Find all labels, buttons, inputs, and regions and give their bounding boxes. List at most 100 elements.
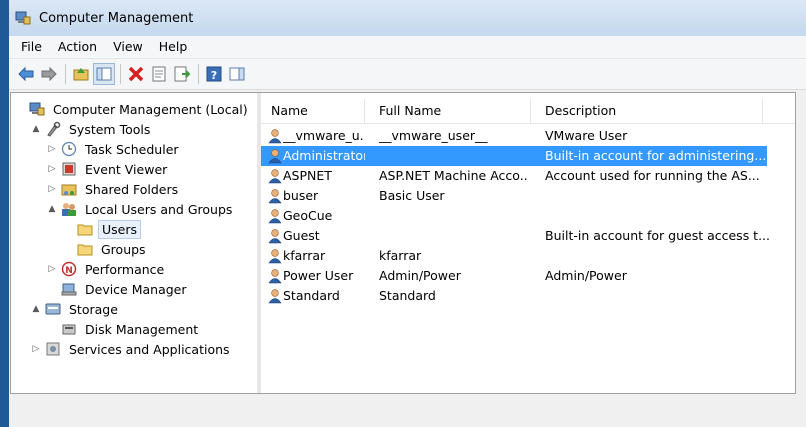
tree-expander-icon[interactable]: ▲ [45,202,59,216]
tree-node[interactable]: ▲ Storage [29,299,121,319]
export-list-icon [174,66,191,82]
user-row[interactable]: Standard Standard [261,286,767,306]
tree-node[interactable]: ▷ N Performance [45,259,167,279]
user-row[interactable]: Guest Built-in account for guest access t… [261,226,770,246]
user-row[interactable]: Administrator Built-in account for admini… [261,146,767,166]
user-row[interactable]: ASPNET ASP.NET Machine Acco... Account use… [261,166,767,186]
user-name-cell: __vmware_u... [283,128,365,143]
delete-button[interactable] [125,63,147,85]
svg-text:?: ? [211,69,217,82]
user-name-cell: Standard [283,288,340,303]
export-list-button[interactable] [171,63,193,85]
user-icon [267,188,283,204]
storage-icon [45,301,61,317]
tree-node-label: Disk Management [85,321,199,337]
tree-expander-icon[interactable]: ▷ [29,342,43,356]
user-description-cell [545,246,775,266]
user-row[interactable]: kfarrar kfarrar [261,246,767,266]
tree-node-label: Services and Applications [69,341,230,357]
user-full-name-cell [379,206,529,226]
user-row[interactable]: GeoCue [261,206,767,226]
help-button[interactable]: ? [203,63,225,85]
user-description-cell: Built-in account for administering... [545,148,767,163]
tree-node[interactable]: Computer Management (Local) [13,99,251,119]
tree-node[interactable]: ▲ Local Users and Groups [45,199,235,219]
up-level-button[interactable] [70,63,92,85]
tree-node[interactable]: Disk Management [45,319,201,339]
toolbar: ? [9,59,806,90]
svg-text:N: N [65,266,73,276]
menu-action[interactable]: Action [50,36,105,58]
user-name-cell: buser [283,188,319,203]
properties-button[interactable] [148,63,170,85]
tree-node-label: Shared Folders [85,181,179,197]
back-button[interactable] [15,63,37,85]
user-description-cell [545,206,775,226]
column-header-full-name[interactable]: Full Name [365,99,531,123]
user-name-cell: GeoCue [283,208,333,223]
user-row[interactable]: buser Basic User [261,186,767,206]
tree-node[interactable]: ▷ Services and Applications [29,339,233,359]
tree-expander-icon[interactable]: ▲ [29,302,43,316]
help-icon: ? [206,66,222,82]
tree-expander-icon[interactable]: ▷ [45,142,59,156]
show-hide-tree-button[interactable] [93,63,115,85]
tree-node[interactable]: ▷ Task Scheduler [45,139,182,159]
content-area: Computer Management (Local) ▲ System Tools… [10,92,796,394]
user-full-name-cell [379,146,529,166]
forward-arrow-icon [41,66,57,82]
title-bar: Computer Management [9,0,806,36]
tree-expander-icon[interactable]: ▲ [29,122,43,136]
console-tree: Computer Management (Local) ▲ System Tools… [11,93,261,393]
tree-node-label: System Tools [69,121,151,137]
user-icon [267,128,283,144]
user-row[interactable]: __vmware_u... __vmware_user__ VMware User [261,126,767,146]
window-title: Computer Management [39,10,194,26]
menu-file[interactable]: File [13,36,50,58]
delete-x-icon [128,66,144,82]
tree-node-label: Device Manager [85,281,187,297]
console-tree-icon [96,67,112,81]
folder-icon [77,221,93,237]
user-full-name-cell: Standard [379,288,436,303]
column-header-name[interactable]: Name [261,99,365,123]
user-description-cell: Account used for running the AS... [545,168,760,183]
tree-expander-icon[interactable]: ▷ [45,162,59,176]
device-manager-icon [61,281,77,297]
properties-icon [152,66,166,82]
tools-icon [45,121,61,137]
user-full-name-cell: Basic User [379,188,445,203]
user-full-name-cell [379,226,529,246]
user-row[interactable]: Power User Admin/Power Admin/Power [261,266,767,286]
user-full-name-cell: kfarrar [379,248,422,263]
tree-node-label: Computer Management (Local) [53,101,248,117]
action-pane-button[interactable] [226,63,248,85]
toolbar-separator [120,64,121,84]
tree-expander-icon[interactable]: ▷ [45,182,59,196]
user-name-cell: kfarrar [283,248,326,263]
shared-folder-icon [61,181,77,197]
tree-node[interactable]: ▲ System Tools [29,119,153,139]
tree-node[interactable]: ▷ Shared Folders [45,179,181,199]
user-description-cell [545,186,775,206]
tree-node[interactable]: Users [61,219,142,239]
menu-view[interactable]: View [105,36,151,58]
back-arrow-icon [18,66,34,82]
tree-node[interactable]: ▷ Event Viewer [45,159,170,179]
user-name-cell: Power User [283,268,354,283]
menu-help[interactable]: Help [151,36,196,58]
column-header-description[interactable]: Description [531,99,763,123]
clock-icon [61,141,77,157]
tree-expander-icon[interactable]: ▷ [45,262,59,276]
list-header: Name Full Name Description [261,99,795,124]
tree-node-label: Event Viewer [85,161,168,177]
disk-icon [61,321,77,337]
user-icon [267,248,283,264]
tree-node[interactable]: Device Manager [45,279,190,299]
tree-node-label: Task Scheduler [85,141,179,157]
tree-node[interactable]: Groups [61,239,149,259]
forward-button[interactable] [38,63,60,85]
